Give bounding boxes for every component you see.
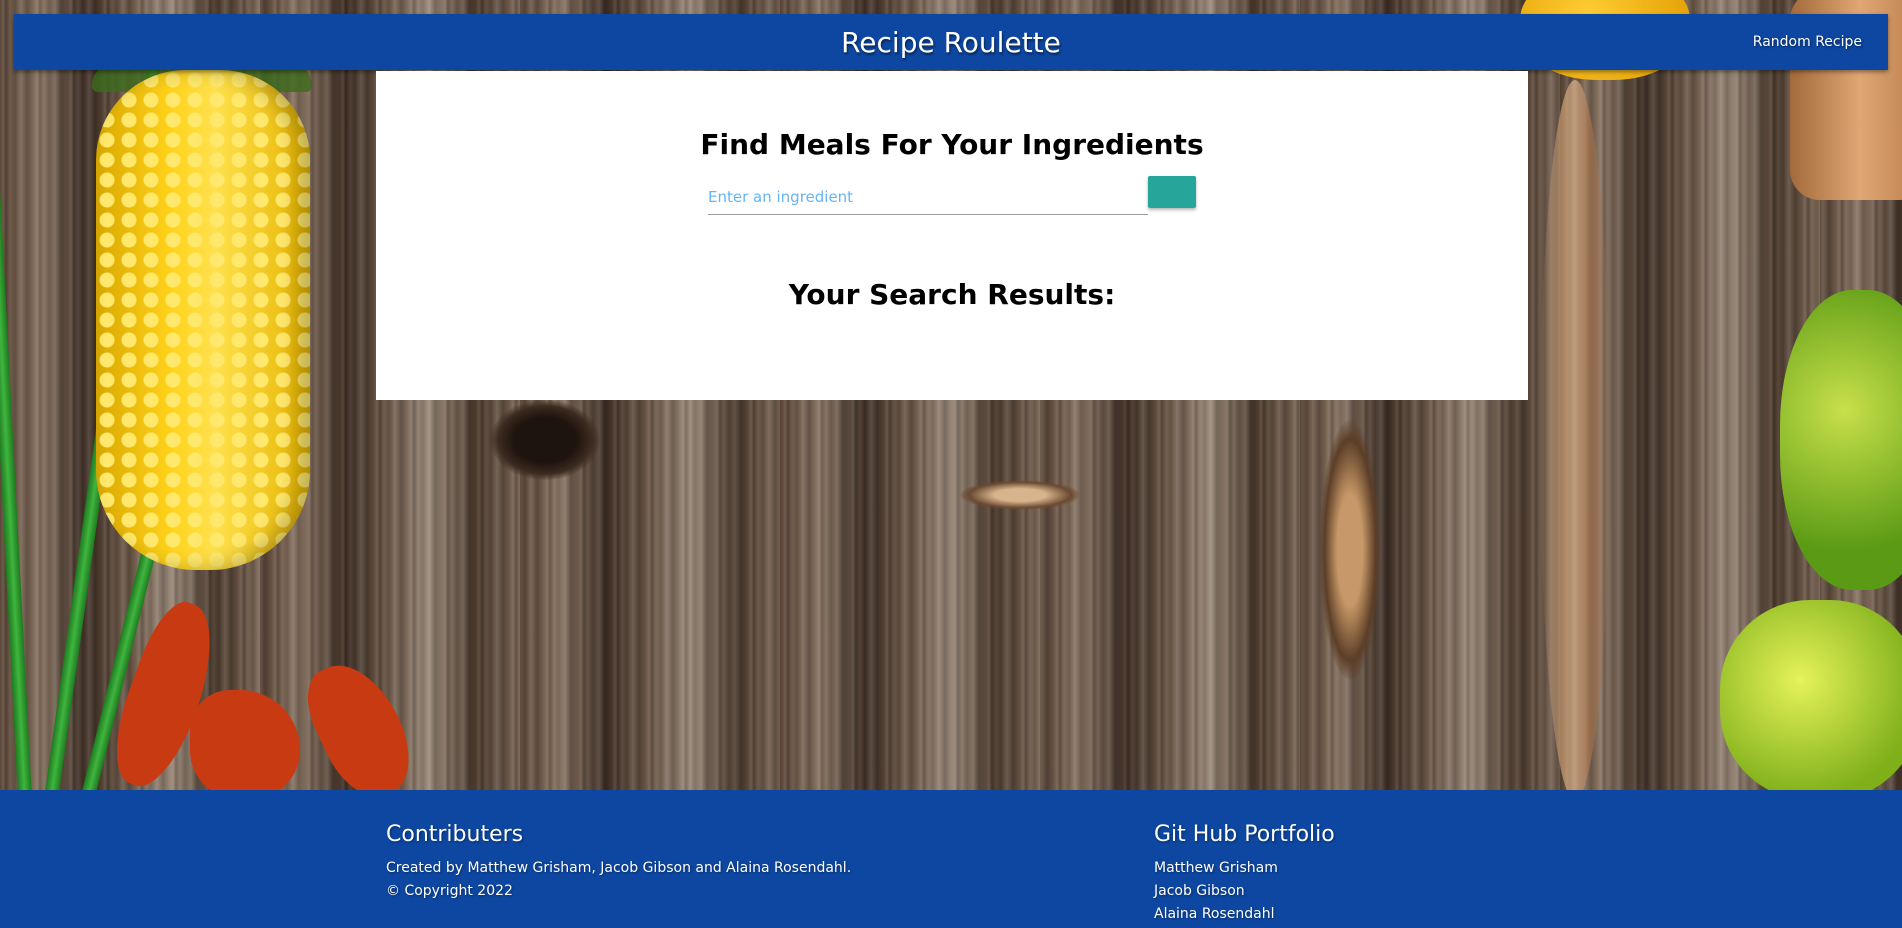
copyright-text: © Copyright 2022 — [386, 883, 513, 899]
github-link-matthew[interactable]: Matthew Grisham — [1154, 857, 1335, 880]
github-link-jacob[interactable]: Jacob Gibson — [1154, 880, 1335, 903]
search-card: Find Meals For Your Ingredients Your Sea… — [376, 71, 1528, 400]
credit-text: Created by Matthew Grisham, Jacob Gibson… — [386, 860, 852, 876]
green-pepper-image — [1720, 600, 1902, 790]
github-section: Git Hub Portfolio Matthew Grisham Jacob … — [1154, 822, 1335, 926]
wood-knot — [490, 400, 600, 480]
navbar: Recipe Roulette Random Recipe — [14, 14, 1888, 70]
corn-image — [96, 70, 310, 570]
github-link-alaina[interactable]: Alaina Rosendahl — [1154, 903, 1335, 926]
contributors-section: Contributers Created by Matthew Grisham,… — [386, 822, 851, 903]
crawfish-image — [190, 690, 300, 790]
github-heading: Git Hub Portfolio — [1154, 822, 1335, 847]
green-pepper-image — [1780, 290, 1902, 590]
results-heading: Your Search Results: — [788, 278, 1116, 311]
search-heading: Find Meals For Your Ingredients — [700, 128, 1204, 161]
contributors-heading: Contributers — [386, 822, 524, 847]
random-recipe-link[interactable]: Random Recipe — [1753, 34, 1862, 50]
wood-knot — [1320, 420, 1380, 680]
green-onion-image — [0, 40, 32, 790]
crawfish-image — [294, 649, 426, 790]
footer: Contributers Created by Matthew Grisham,… — [0, 790, 1902, 928]
brand-logo[interactable]: Recipe Roulette — [14, 26, 1888, 59]
wood-knot — [960, 480, 1080, 510]
ingredient-search-input[interactable] — [708, 179, 1148, 215]
search-button[interactable] — [1148, 176, 1196, 208]
wood-knot — [1540, 80, 1610, 790]
